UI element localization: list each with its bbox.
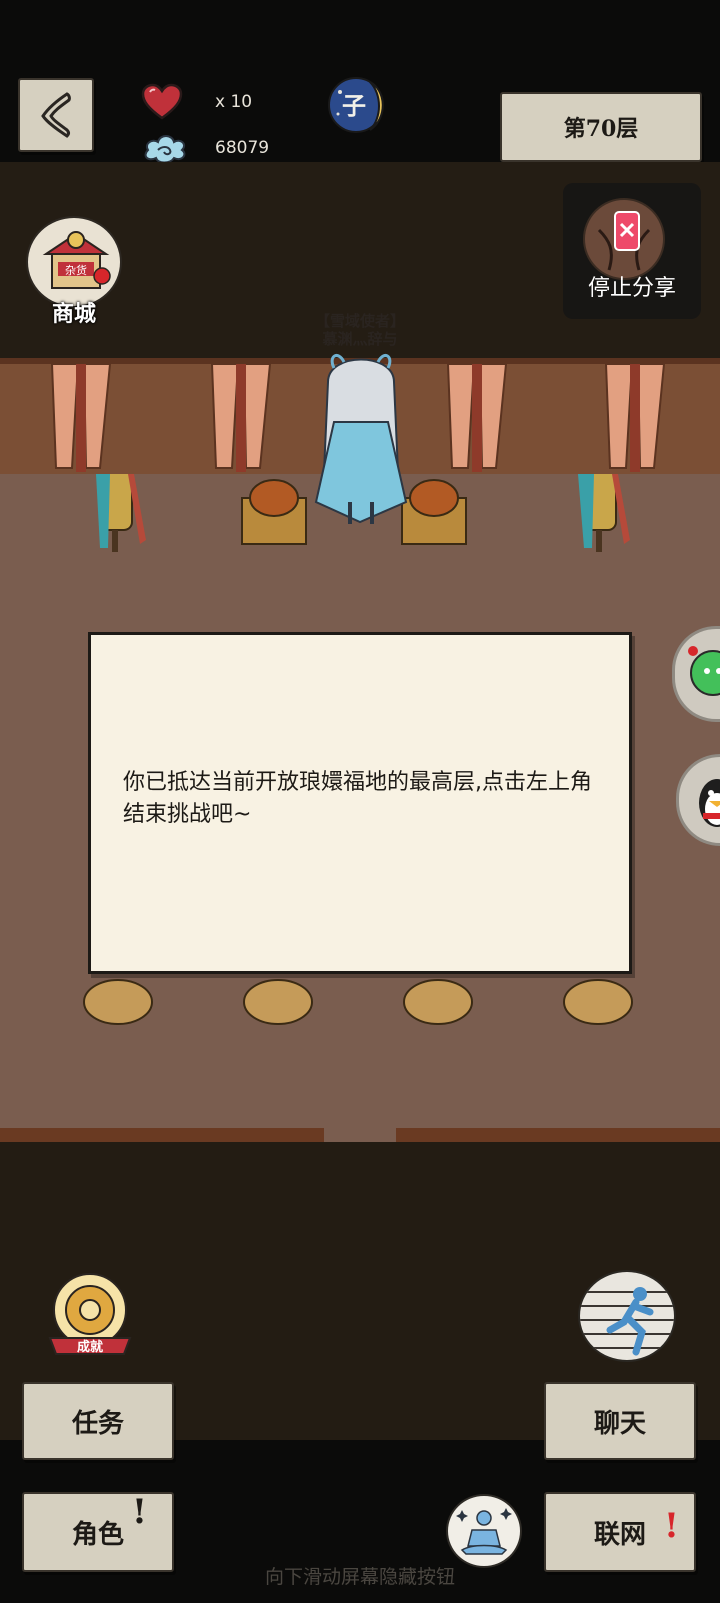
message-dialog[interactable]: 你已抵达当前开放琅嬛福地的最高层,点击左上角结束挑战吧~: [88, 632, 632, 974]
heart-icon: [141, 83, 183, 120]
meditate-button[interactable]: [446, 1494, 522, 1568]
floor-mats: [83, 979, 633, 1025]
chat-bubble-icon: [688, 646, 720, 696]
shop-sign: 杂货: [65, 263, 87, 277]
online-button[interactable]: 联网 !: [544, 1492, 696, 1572]
player-title: 【雪域使者】 慕渊灬辞与: [290, 312, 430, 348]
prayer-banner-left: [96, 413, 146, 552]
moon-time-icon: 子: [328, 77, 384, 133]
penguin-icon: [699, 779, 720, 827]
task-label: 任务: [71, 1408, 124, 1439]
online-label: 联网: [593, 1519, 646, 1550]
chat-button[interactable]: 聊天: [544, 1382, 696, 1460]
lives-count: x 10: [215, 92, 253, 112]
character-label: 角色: [71, 1519, 124, 1550]
swipe-hint: 向下滑动屏幕隐藏按钮: [264, 1566, 455, 1588]
chat-label: 聊天: [593, 1408, 646, 1439]
player-title-line1: 【雪域使者】: [314, 312, 405, 330]
stop-share-label: 停止分享: [587, 276, 676, 301]
achievement-medal-icon: 成就: [48, 1273, 132, 1355]
player-character: [314, 354, 408, 524]
cloud-coin-icon: [144, 135, 186, 164]
prayer-banner-right: [578, 413, 630, 552]
auto-run-button[interactable]: [578, 1270, 676, 1362]
wechat-side-tab[interactable]: [672, 626, 720, 722]
character-button[interactable]: 角色 !: [22, 1492, 174, 1572]
back-button[interactable]: [18, 78, 94, 152]
character-alert-icon: !: [132, 1492, 147, 1532]
online-alert-icon: !: [664, 1506, 679, 1546]
back-arrow-icon: [41, 92, 71, 138]
coin-count: 68079: [215, 138, 270, 158]
floor-label: 第70层: [563, 116, 639, 142]
time-badge: 子: [342, 91, 366, 120]
player-name: 慕渊灬辞与: [322, 330, 398, 348]
achievement-button[interactable]: 成就: [44, 1270, 136, 1362]
shop-icon: 杂货: [26, 216, 122, 308]
running-figure-icon: [580, 1287, 674, 1356]
achievement-label: 成就: [77, 1339, 103, 1355]
shop-label: 商城: [51, 301, 96, 327]
meditation-icon: [456, 1508, 512, 1555]
floor-indicator: 第70层: [500, 92, 702, 162]
dialog-message: 你已抵达当前开放琅嬛福地的最高层,点击左上角结束挑战吧~: [123, 770, 592, 827]
qq-side-tab[interactable]: [676, 754, 720, 846]
stop-share-icon: [583, 198, 665, 280]
shop-button[interactable]: 杂货 商城: [24, 216, 124, 327]
task-button[interactable]: 任务: [22, 1382, 174, 1460]
